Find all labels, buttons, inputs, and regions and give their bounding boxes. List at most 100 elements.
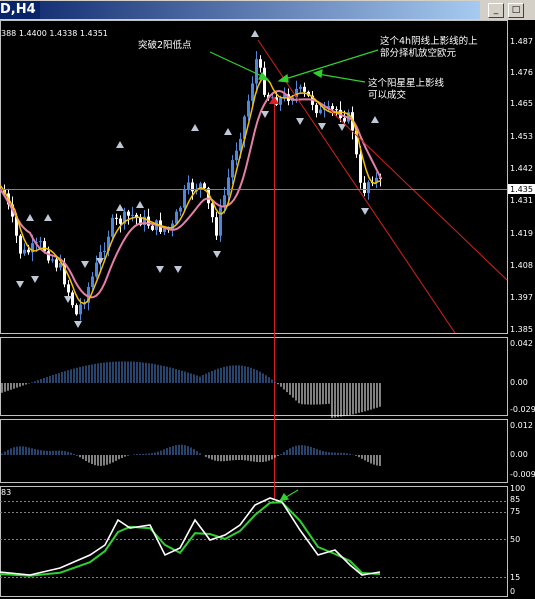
osc2-label: -0.009 bbox=[510, 470, 535, 479]
fractal-up-icon bbox=[116, 141, 124, 148]
fractal-down-icon bbox=[318, 123, 326, 130]
candle-body bbox=[187, 182, 190, 190]
annotation-short-line2: 部分择机放空欧元 bbox=[380, 47, 457, 59]
candle-body bbox=[359, 154, 362, 183]
osc2-panel-border bbox=[0, 419, 508, 483]
candle-body bbox=[111, 217, 114, 237]
fractal-down-icon bbox=[296, 118, 304, 125]
arrow-head bbox=[278, 492, 290, 502]
candle-body bbox=[43, 241, 46, 252]
candle-body bbox=[91, 276, 94, 287]
candle-body bbox=[71, 292, 74, 306]
price-label: 1.465 bbox=[510, 99, 533, 108]
ohlc-readout: 388 1.4400 1.4338 1.4351 bbox=[1, 29, 108, 38]
stoch-panel-border bbox=[0, 486, 508, 597]
current-price-label: 1.435 bbox=[510, 185, 533, 194]
osc2-label: 0.00 bbox=[510, 450, 528, 459]
price-label: 1.408 bbox=[510, 261, 533, 270]
fractal-down-icon bbox=[81, 261, 89, 268]
candle-body bbox=[151, 225, 154, 230]
candle-body bbox=[47, 251, 50, 261]
osc2-histogram bbox=[1, 444, 381, 466]
osc2-label: 0.012 bbox=[510, 421, 533, 430]
candle-body bbox=[219, 207, 222, 236]
candle-body bbox=[215, 217, 218, 236]
osc1-label: -0.029 bbox=[510, 405, 535, 414]
candle-body bbox=[19, 235, 22, 254]
candle-body bbox=[127, 211, 130, 216]
moving-averages bbox=[0, 77, 382, 305]
fractal-up-icon bbox=[116, 204, 124, 211]
fractal-up-icon bbox=[371, 116, 379, 123]
candle-body bbox=[259, 59, 262, 68]
candle-body bbox=[247, 100, 250, 117]
candle-body bbox=[179, 207, 182, 212]
fractal-up-icon bbox=[191, 124, 199, 131]
candle-body bbox=[119, 218, 122, 224]
candle-body bbox=[203, 183, 206, 189]
price-label: 1.476 bbox=[510, 68, 533, 77]
stoch-main-line bbox=[0, 497, 381, 576]
candle-body bbox=[55, 259, 58, 268]
annotation-short-line1: 这个4h阴线上影线的上 bbox=[380, 35, 478, 47]
candle-body bbox=[299, 86, 302, 89]
candle-body bbox=[67, 284, 70, 293]
fractal-down-icon bbox=[361, 208, 369, 215]
candle-body bbox=[331, 106, 334, 110]
candle-body bbox=[27, 249, 30, 253]
fractal-down-icon bbox=[74, 321, 82, 328]
stoch-label: 75 bbox=[510, 507, 520, 516]
candle-body bbox=[251, 83, 254, 101]
candle-body bbox=[255, 59, 258, 84]
arrow-head bbox=[258, 71, 270, 81]
fractal-up-icon bbox=[26, 214, 34, 221]
candle-body bbox=[263, 67, 266, 95]
arrow-head bbox=[277, 73, 289, 83]
candle-body bbox=[75, 305, 78, 315]
candle-body bbox=[303, 86, 306, 92]
annotation-breakout: 突破2阳低点 bbox=[138, 39, 192, 51]
fractal-down-icon bbox=[174, 266, 182, 273]
fractal-down-icon bbox=[16, 281, 24, 288]
fractal-down-icon bbox=[338, 124, 346, 131]
candle-body bbox=[279, 98, 282, 105]
price-label: 1.419 bbox=[510, 229, 533, 238]
candle-body bbox=[131, 214, 134, 216]
stoch-header: 83 bbox=[1, 488, 11, 497]
candle-body bbox=[51, 259, 54, 261]
osc1-histogram bbox=[1, 361, 381, 418]
main-panel-border bbox=[0, 20, 508, 334]
candle-body bbox=[23, 249, 26, 254]
fractal-down-icon bbox=[31, 276, 39, 283]
fast-ma-line bbox=[0, 77, 382, 305]
price-label: 1.442 bbox=[510, 164, 533, 173]
stoch-label: 50 bbox=[510, 535, 520, 544]
stoch-label: 100 bbox=[510, 484, 525, 493]
candle-body bbox=[79, 304, 82, 315]
fractal-down-icon bbox=[64, 296, 72, 303]
fractal-down-icon bbox=[156, 266, 164, 273]
candle-body bbox=[367, 182, 370, 194]
stoch-label: 85 bbox=[510, 495, 520, 504]
fractal-up-icon bbox=[44, 214, 52, 221]
candle-body bbox=[319, 109, 322, 114]
fractal-up-icon bbox=[136, 201, 144, 208]
stoch-label: 15 bbox=[510, 573, 520, 582]
candle-body bbox=[39, 241, 42, 243]
chart-canvas: 1.435 388 1.4400 1.4338 1.4351 1.487 1.4… bbox=[0, 20, 535, 597]
fractal-up-icon bbox=[251, 30, 259, 37]
candle-body bbox=[335, 109, 338, 111]
candlesticks bbox=[3, 51, 382, 321]
osc1-label: 0.042 bbox=[510, 339, 533, 348]
candle-body bbox=[235, 150, 238, 161]
candle-body bbox=[95, 262, 98, 277]
candle-body bbox=[183, 189, 186, 208]
price-label: 1.487 bbox=[510, 37, 533, 46]
candle-body bbox=[315, 104, 318, 114]
candle-body bbox=[363, 182, 366, 194]
price-label: 1.397 bbox=[510, 293, 533, 302]
candle-body bbox=[343, 118, 346, 122]
arrow-head bbox=[312, 69, 323, 78]
candle-body bbox=[103, 250, 106, 253]
price-label: 1.453 bbox=[510, 132, 533, 141]
